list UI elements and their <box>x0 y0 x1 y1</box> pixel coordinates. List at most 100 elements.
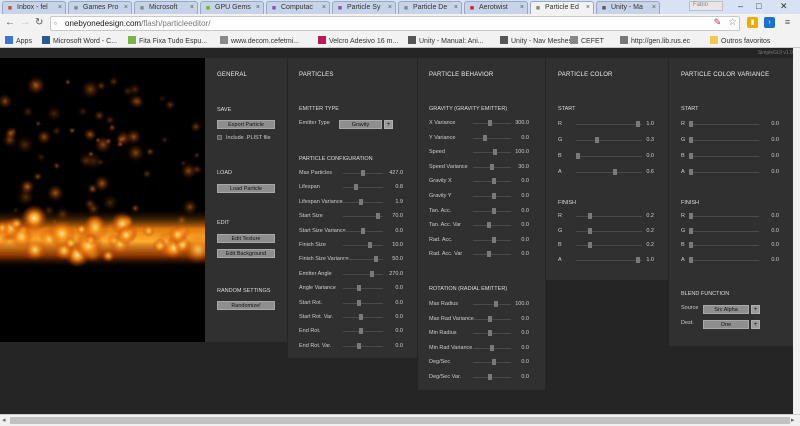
slider-track[interactable] <box>689 216 759 217</box>
bookmark-item[interactable]: Fita Fixa Tudo Espu... <box>128 36 207 45</box>
randomize-button[interactable]: Randomize! <box>217 301 275 310</box>
browser-tab[interactable]: ■ Games Pro × <box>68 1 132 14</box>
bookmark-star-icon[interactable]: ☆ <box>728 17 737 28</box>
browser-tab[interactable]: ■ Inbox - fel × <box>2 1 66 14</box>
particle-preview-canvas[interactable] <box>0 58 205 342</box>
bookmark-item[interactable]: Microsoft Word - C... <box>42 36 117 45</box>
horizontal-scrollbar[interactable]: ◂ ▸ <box>0 414 800 426</box>
slider-handle[interactable] <box>613 169 618 175</box>
export-particle-button[interactable]: Export Particle <box>217 120 275 129</box>
profile-button[interactable]: Fabio <box>689 1 723 11</box>
close-tab-icon[interactable]: × <box>322 4 326 11</box>
browser-tab[interactable]: ■ Particle Sy × <box>332 1 396 14</box>
bookmark-item[interactable]: http://gen.lib.rus.ec <box>620 36 690 45</box>
browser-tab[interactable]: ■ Particle Ed × <box>530 1 594 14</box>
slider-handle[interactable] <box>370 270 374 277</box>
bookmark-item[interactable]: Unity - Manual: Ani... <box>408 36 484 45</box>
slider-handle[interactable] <box>359 314 364 320</box>
slider-track[interactable] <box>689 140 759 141</box>
back-icon[interactable]: ← <box>5 17 15 28</box>
slider-handle[interactable] <box>493 149 498 156</box>
slider-handle[interactable] <box>353 184 358 191</box>
folder-extension-icon[interactable]: ▮ <box>747 17 758 28</box>
checkbox-box[interactable] <box>217 135 222 140</box>
slider-track[interactable] <box>689 172 759 173</box>
maximize-button[interactable]: □ <box>756 1 761 11</box>
slider-handle[interactable] <box>491 359 496 366</box>
slider-handle[interactable] <box>588 227 593 234</box>
browser-tab[interactable]: ■ GPU Gems × <box>200 1 264 14</box>
source-toggle[interactable]: + <box>751 305 760 314</box>
slider-track[interactable] <box>689 156 759 157</box>
slider-track[interactable] <box>343 302 383 304</box>
bookmark-item[interactable]: Outros favoritos <box>710 36 770 45</box>
slider-handle[interactable] <box>488 120 493 126</box>
slider-handle[interactable] <box>491 193 496 199</box>
load-particle-button[interactable]: Load Particle <box>217 184 275 193</box>
slider-handle[interactable] <box>491 207 496 214</box>
slider-handle[interactable] <box>689 121 693 127</box>
close-tab-icon[interactable]: × <box>388 4 392 11</box>
emitter-type-select[interactable]: Gravity <box>339 120 382 129</box>
arrow-extension-icon[interactable]: › <box>764 17 775 28</box>
scrollbar-thumb[interactable] <box>10 417 790 424</box>
slider-handle[interactable] <box>490 163 494 170</box>
slider-handle[interactable] <box>486 251 491 258</box>
slider-handle[interactable] <box>594 137 599 143</box>
slider-handle[interactable] <box>490 344 494 351</box>
close-tab-icon[interactable]: × <box>190 4 194 11</box>
source-select[interactable]: Src Alpha <box>703 305 749 314</box>
emitter-type-toggle[interactable]: + <box>384 120 393 129</box>
slider-handle[interactable] <box>689 242 693 248</box>
slider-handle[interactable] <box>368 242 373 248</box>
slider-handle[interactable] <box>689 153 693 159</box>
dest-toggle[interactable]: + <box>751 320 760 329</box>
bookmark-item[interactable]: www.decom.cefetmi... <box>220 36 299 45</box>
close-tab-icon[interactable]: × <box>652 4 656 11</box>
scroll-left-icon[interactable]: ◂ <box>2 416 6 424</box>
menu-icon[interactable]: ≡ <box>782 17 793 28</box>
close-tab-icon[interactable]: × <box>256 4 260 11</box>
close-tab-icon[interactable]: × <box>520 4 524 11</box>
browser-tab[interactable]: ■ Microsoft × <box>134 1 198 14</box>
slider-handle[interactable] <box>689 256 693 263</box>
bookmark-item[interactable]: Apps <box>5 36 32 45</box>
slider-handle[interactable] <box>359 198 364 205</box>
vertical-scrollbar[interactable] <box>793 48 800 414</box>
slider-handle[interactable] <box>494 301 499 307</box>
slider-track[interactable] <box>343 245 383 246</box>
slider-handle[interactable] <box>689 137 693 143</box>
minimize-button[interactable]: – <box>738 1 743 11</box>
close-tab-icon[interactable]: × <box>58 4 62 11</box>
browser-tab[interactable]: ■ Computac × <box>266 1 330 14</box>
pen-extension-icon[interactable]: ✎ <box>712 17 723 28</box>
slider-handle[interactable] <box>488 374 493 380</box>
slider-track[interactable] <box>343 187 383 189</box>
bookmark-item[interactable]: CEFET <box>570 36 604 45</box>
include-plist-checkbox[interactable]: Include .PLIST file <box>217 135 271 141</box>
bookmark-item[interactable]: Unity - Nav Meshes <box>500 36 572 45</box>
slider-handle[interactable] <box>359 328 364 335</box>
slider-handle[interactable] <box>486 222 491 229</box>
slider-track[interactable] <box>689 230 759 232</box>
slider-handle[interactable] <box>689 213 693 219</box>
edit-background-button[interactable]: Edit Background <box>217 249 275 258</box>
slider-handle[interactable] <box>491 236 496 243</box>
slider-track[interactable] <box>343 288 383 290</box>
dest-select[interactable]: One <box>703 320 749 329</box>
slider-handle[interactable] <box>361 227 365 234</box>
slider-handle[interactable] <box>488 330 493 337</box>
slider-track[interactable] <box>343 345 383 347</box>
slider-track[interactable] <box>689 245 759 246</box>
forward-icon[interactable]: → <box>20 17 30 28</box>
slider-handle[interactable] <box>373 256 378 263</box>
slider-handle[interactable] <box>588 213 593 219</box>
slider-track[interactable] <box>343 273 383 275</box>
slider-handle[interactable] <box>357 285 362 292</box>
reload-icon[interactable]: ↻ <box>35 17 43 28</box>
bookmark-item[interactable]: Velcro Adesivo 16 m... <box>318 36 398 45</box>
slider-handle[interactable] <box>488 315 493 322</box>
url-field[interactable]: ▫ onebyonedesign.com/flash/particleedito… <box>50 16 740 31</box>
slider-handle[interactable] <box>357 299 362 306</box>
scroll-right-icon[interactable]: ▸ <box>791 416 795 424</box>
